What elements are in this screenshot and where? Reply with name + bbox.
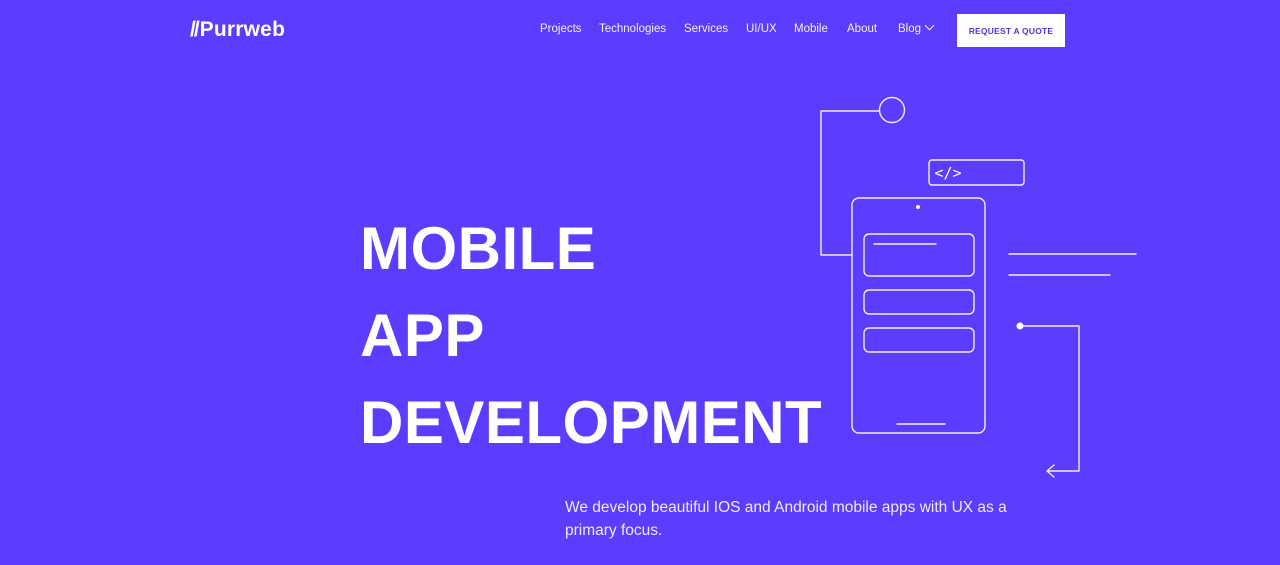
phone-card-3 [863,327,975,353]
circle-node-icon [878,96,906,124]
connector-line-bottom [1020,325,1080,472]
phone-card-1 [863,233,975,277]
camera-dot [916,205,920,209]
phone-outline [851,197,986,434]
code-icon: </> [934,164,961,182]
connector-dot [1016,322,1024,330]
phone-card-2 [863,289,975,315]
phone-app-illustration: </> [820,96,1137,478]
